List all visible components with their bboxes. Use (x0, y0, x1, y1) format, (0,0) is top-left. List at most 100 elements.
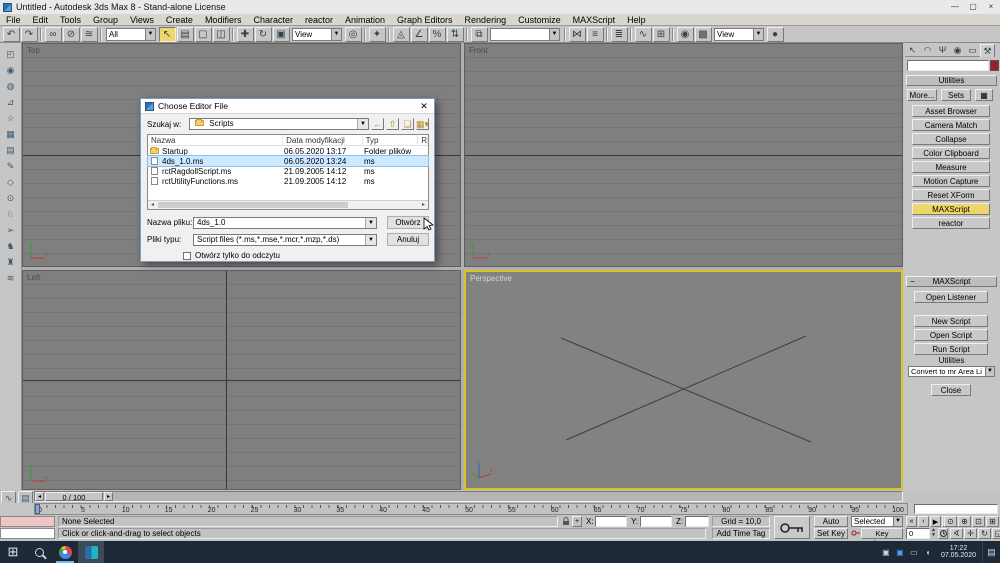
frame-spinner[interactable]: ▲▼ (931, 528, 936, 538)
viewport-front[interactable]: Front y x (464, 43, 903, 267)
cancel-button[interactable]: Anuluj (387, 233, 429, 246)
start-button[interactable]: ⊞ (0, 541, 26, 563)
hierarchy-tab[interactable]: Ψ (935, 44, 950, 57)
taskbar-search-button[interactable] (26, 541, 52, 563)
reactor-rope-collection-icon[interactable]: ⊿ (3, 95, 19, 109)
time-slider-thumb[interactable]: 0 / 100 (45, 492, 103, 501)
tray-app-icon[interactable]: ▣ (879, 548, 893, 557)
utility-button-measure[interactable]: Measure (912, 161, 990, 173)
file-row[interactable]: rctUtilityFunctions.ms21.09.2005 14:12ms (148, 176, 428, 186)
scene-x-object[interactable] (466, 272, 901, 488)
render-type-dropdown[interactable]: View▼ (714, 28, 764, 41)
menu-item-rendering[interactable]: Rendering (459, 14, 513, 26)
maximize-button[interactable]: ▢ (964, 0, 982, 14)
z-coord-field[interactable] (685, 516, 709, 527)
zoom-button[interactable]: ⊙ (944, 516, 957, 527)
maxscript-utility-dropdown[interactable]: Convert to mr Area Li▼ (908, 366, 995, 377)
menu-item-graph-editors[interactable]: Graph Editors (391, 14, 459, 26)
select-and-link-icon[interactable]: ∞ (45, 27, 62, 42)
chrome-taskbar-icon[interactable] (52, 541, 78, 563)
utility-button-reset-xform[interactable]: Reset XForm (912, 189, 990, 201)
snap-toggle-icon[interactable]: ◬ (393, 27, 410, 42)
viewport-left-label[interactable]: Left (27, 273, 40, 282)
menu-item-file[interactable]: File (0, 14, 27, 26)
auto-key-button[interactable]: Auto Key (814, 516, 848, 527)
reactor-soft-body-modifier-icon[interactable]: ▤ (3, 143, 19, 157)
reactor-spring-icon[interactable]: ⊙ (3, 191, 19, 205)
x-coord-field[interactable] (595, 516, 627, 527)
toggle-set-key-mode-icon[interactable] (774, 516, 810, 539)
mini-listener-pane[interactable] (0, 528, 55, 539)
menu-item-modifiers[interactable]: Modifiers (199, 14, 248, 26)
network-icon[interactable]: ▭ (907, 548, 921, 557)
reactor-toy-car-icon[interactable]: ♘ (3, 207, 19, 221)
macro-recorder-pane[interactable] (0, 516, 55, 527)
reactor-cloth-modifier-icon[interactable]: ▦ (3, 127, 19, 141)
small-key-icon[interactable] (850, 528, 861, 539)
column-header-1[interactable]: Data modyfikacji (283, 135, 362, 145)
select-object-icon[interactable]: ↖ (159, 27, 176, 42)
select-and-manipulate-icon[interactable]: ✦ (369, 27, 386, 42)
select-and-move-icon[interactable]: ✚ (237, 27, 254, 42)
key-filters-button[interactable]: Key Filters... (861, 528, 903, 539)
time-slider-track[interactable]: ◂ 0 / 100 ▸ (34, 491, 903, 502)
utility-button-asset-browser[interactable]: Asset Browser (912, 105, 990, 117)
menu-item-tools[interactable]: Tools (54, 14, 87, 26)
scroll-right-icon[interactable]: ▸ (419, 201, 428, 209)
scroll-left-icon[interactable]: ◂ (148, 201, 157, 209)
reactor-water-icon[interactable]: ≋ (3, 271, 19, 285)
configure-button-sets-icon[interactable]: ▦ (975, 89, 993, 101)
window-crossing-icon[interactable]: ◫ (213, 27, 230, 42)
utility-button-collapse[interactable]: Collapse (912, 133, 990, 145)
back-icon[interactable]: ← (371, 118, 384, 130)
file-row[interactable]: Startup06.05.2020 13:17Folder plików (148, 146, 428, 156)
render-scene-icon[interactable]: ▩ (695, 27, 712, 42)
menu-item-edit[interactable]: Edit (27, 14, 55, 26)
menu-item-reactor[interactable]: reactor (299, 14, 339, 26)
arc-rotate-button[interactable]: ↻ (978, 528, 991, 539)
reactor-rigid-body-collection-icon[interactable]: ◰ (3, 47, 19, 61)
close-utility-button[interactable]: Close (931, 384, 971, 396)
track-bar[interactable]: 0510152025303540455055606570758085909510… (0, 503, 1000, 515)
reactor-motor-icon[interactable]: ♞ (3, 239, 19, 253)
maxscript-button-open-listener[interactable]: Open Listener (914, 291, 988, 303)
menu-item-character[interactable]: Character (247, 14, 299, 26)
file-name-input[interactable]: 4ds_1.0 ▼ (193, 217, 377, 229)
named-selection-sets-dropdown[interactable]: ▼ (490, 28, 560, 41)
volume-icon[interactable]: ◖ (921, 548, 935, 557)
undo-icon[interactable]: ↶ (3, 27, 20, 42)
previous-frame-arrow[interactable]: ◂ (35, 492, 44, 501)
go-to-start-button[interactable]: « (906, 516, 917, 527)
menu-item-help[interactable]: Help (621, 14, 652, 26)
reactor-rope-modifier-icon[interactable]: ✎ (3, 159, 19, 173)
viewport-perspective[interactable]: Perspective z x (464, 270, 903, 490)
utility-button-motion-capture[interactable]: Motion Capture (912, 175, 990, 187)
menu-item-group[interactable]: Group (87, 14, 124, 26)
pan-button[interactable]: ✛ (964, 528, 977, 539)
utilities-tab[interactable]: ⚒ (980, 44, 995, 57)
schematic-view-icon[interactable]: ⊞ (653, 27, 670, 42)
reactor-plane-icon[interactable]: ◇ (3, 175, 19, 189)
file-list-header[interactable]: NazwaData modyfikacjiTypR (148, 135, 428, 146)
utility-button-reactor[interactable]: reactor (912, 217, 990, 229)
scroll-thumb[interactable] (158, 202, 348, 208)
reactor-cloth-collection-icon[interactable]: ◉ (3, 63, 19, 77)
maxscript-button-new-script[interactable]: New Script (914, 315, 988, 327)
object-name-field[interactable] (907, 60, 989, 71)
quick-render-icon[interactable]: ● (767, 27, 784, 42)
collapse-rollout-icon[interactable]: − (910, 277, 915, 287)
menu-item-customize[interactable]: Customize (512, 14, 567, 26)
zoom-extents-button[interactable]: ⊡ (972, 516, 985, 527)
viewport-left[interactable]: Left z x (22, 270, 461, 490)
maximize-viewport-toggle-button[interactable]: ◱ (992, 528, 1000, 539)
set-key-button[interactable]: Set Key (814, 528, 848, 539)
menu-item-animation[interactable]: Animation (339, 14, 391, 26)
menu-item-maxscript[interactable]: MAXScript (567, 14, 622, 26)
mirror-icon[interactable]: ⋈ (569, 27, 586, 42)
select-by-name-icon[interactable]: ▤ (177, 27, 194, 42)
taskbar-clock[interactable]: 17:22 07.05.2020 (941, 545, 976, 560)
select-and-scale-icon[interactable]: ▣ (273, 27, 290, 42)
utility-button-color-clipboard[interactable]: Color Clipboard (912, 147, 990, 159)
file-row[interactable]: 4ds_1.0.ms06.05.2020 13:24ms (148, 156, 428, 166)
up-one-level-icon[interactable]: ⇧ (386, 118, 399, 130)
